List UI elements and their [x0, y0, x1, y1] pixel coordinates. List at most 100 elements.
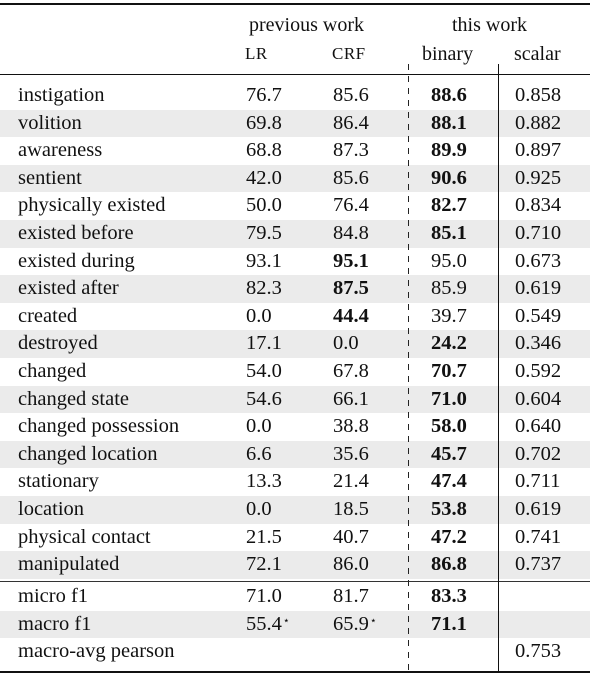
cell-crf: 85.6 [333, 84, 369, 106]
cell-scalar: 0.897 [515, 139, 562, 162]
cell-crf: 66.1 [333, 387, 369, 410]
cell-crf: 40.7 [333, 525, 369, 548]
star-marker: ⋆ [282, 614, 290, 627]
cell-lr: 54.6 [246, 387, 282, 410]
cell-lr: 13.3 [246, 470, 282, 493]
header-rule [0, 74, 590, 75]
cell-binary: 88.6 [431, 84, 467, 106]
top-rule [0, 3, 590, 5]
cell-lr: 0.0 [246, 497, 272, 520]
table-row: existed during 93.1 95.1 95.0 0.673 [0, 248, 590, 276]
cell-scalar: 0.882 [515, 111, 562, 134]
cell-crf: 87.5 [333, 277, 369, 300]
cell-lr: 21.5 [246, 525, 282, 548]
cell-lr: 55.4⋆ [246, 612, 290, 635]
row-label: changed location [18, 442, 158, 465]
table-row: location 0.0 18.5 53.8 0.619 [0, 495, 590, 524]
table-row: existed after 82.3 87.5 85.9 0.619 [0, 275, 590, 303]
cell-crf: 76.4 [333, 194, 369, 217]
row-label: location [18, 497, 85, 520]
header-lr: LR [245, 44, 268, 63]
cell-crf: 87.3 [333, 139, 369, 162]
cell-binary: 83.3 [431, 585, 467, 607]
cell-crf: 65.9⋆ [333, 612, 377, 635]
cell-binary: 71.0 [431, 387, 467, 410]
dashed-column-divider [408, 64, 409, 673]
cell-binary: 58.0 [431, 415, 467, 438]
cell-crf: 86.0 [333, 553, 369, 576]
property-rows: instigation 76.7 85.6 88.6 0.858 volition 69.8… [0, 82, 590, 579]
cell-binary: 89.9 [431, 139, 467, 162]
row-label: stationary [18, 470, 99, 493]
cell-scalar: 0.346 [515, 332, 562, 355]
cell-scalar: 0.619 [515, 277, 562, 300]
row-label: physical contact [18, 525, 151, 548]
table-row: physically existed 50.0 76.4 82.7 0.834 [0, 192, 590, 220]
cell-binary: 95.0 [431, 249, 467, 272]
cell-binary: 39.7 [431, 304, 467, 327]
cell-lr: 72.1 [246, 553, 282, 576]
row-label: created [18, 304, 78, 327]
cell-crf: 84.8 [333, 221, 369, 244]
cell-binary: 45.7 [431, 442, 467, 465]
cell-lr: 17.1 [246, 332, 282, 355]
cell-binary: 85.9 [431, 277, 467, 300]
table-row: instigation 76.7 85.6 88.6 0.858 [0, 82, 590, 110]
table-row: created 0.0 44.4 39.7 0.549 [0, 303, 590, 331]
row-label: changed possession [18, 415, 180, 438]
row-label: existed before [18, 221, 134, 244]
header-previous-work: previous work [249, 14, 364, 36]
cell-crf: 95.1 [333, 249, 369, 272]
cell-binary: 70.7 [431, 359, 467, 382]
header-this-work: this work [452, 14, 527, 36]
row-label: volition [18, 111, 82, 134]
cell-scalar: 0.592 [515, 359, 562, 382]
cell-scalar: 0.549 [515, 304, 562, 327]
cell-crf: 38.8 [333, 415, 369, 438]
cell-scalar: 0.604 [515, 387, 562, 410]
cell-crf: 0.0 [333, 332, 359, 355]
cell-scalar: 0.673 [515, 249, 562, 272]
row-label: existed during [18, 249, 135, 272]
cell-lr: 6.6 [246, 442, 272, 465]
cell-lr: 69.8 [246, 111, 282, 134]
cell-scalar: 0.737 [515, 553, 562, 576]
cell-scalar: 0.925 [515, 166, 562, 189]
table-row: changed 54.0 67.8 70.7 0.592 [0, 358, 590, 386]
cell-crf: 44.4 [333, 304, 369, 327]
table-row: changed possession 0.0 38.8 58.0 0.640 [0, 413, 590, 441]
cell-crf: 18.5 [333, 497, 369, 520]
solid-column-divider [498, 64, 499, 673]
summary-rows: micro f1 71.0 81.7 83.3 macro f1 55.4⋆ 65.9⋆ 71… [0, 583, 590, 666]
cell-crf: 86.4 [333, 111, 369, 134]
row-label: instigation [18, 84, 105, 106]
row-label: destroyed [18, 332, 98, 355]
cell-binary: 86.8 [431, 553, 467, 576]
cell-crf: 21.4 [333, 470, 369, 493]
table-row: stationary 13.3 21.4 47.4 0.711 [0, 468, 590, 496]
table-row: awareness 68.8 87.3 89.9 0.897 [0, 137, 590, 165]
header-scalar: scalar [514, 43, 561, 65]
table-row: volition 69.8 86.4 88.1 0.882 [0, 109, 590, 138]
cell-crf: 81.7 [333, 585, 369, 607]
cell-binary: 90.6 [431, 166, 467, 189]
cell-crf: 85.6 [333, 166, 369, 189]
table-row: changed location 6.6 35.6 45.7 0.702 [0, 440, 590, 469]
cell-lr: 93.1 [246, 249, 282, 272]
cell-lr: 0.0 [246, 304, 272, 327]
cell-scalar: 0.711 [515, 470, 561, 493]
row-label: changed [18, 359, 87, 382]
cell-binary: 82.7 [431, 194, 467, 217]
cell-lr: 54.0 [246, 359, 282, 382]
table-row: changed state 54.6 66.1 71.0 0.604 [0, 385, 590, 414]
cell-scalar: 0.710 [515, 221, 562, 244]
row-label: manipulated [18, 553, 120, 576]
cell-scalar: 0.640 [515, 415, 562, 438]
table-row: sentient 42.0 85.6 90.6 0.925 [0, 164, 590, 193]
cell-lr: 50.0 [246, 194, 282, 217]
row-label: awareness [18, 139, 103, 162]
star-marker: ⋆ [369, 614, 377, 627]
cell-scalar: 0.858 [515, 84, 562, 106]
header-crf: CRF [332, 44, 366, 63]
row-label: existed after [18, 277, 119, 300]
